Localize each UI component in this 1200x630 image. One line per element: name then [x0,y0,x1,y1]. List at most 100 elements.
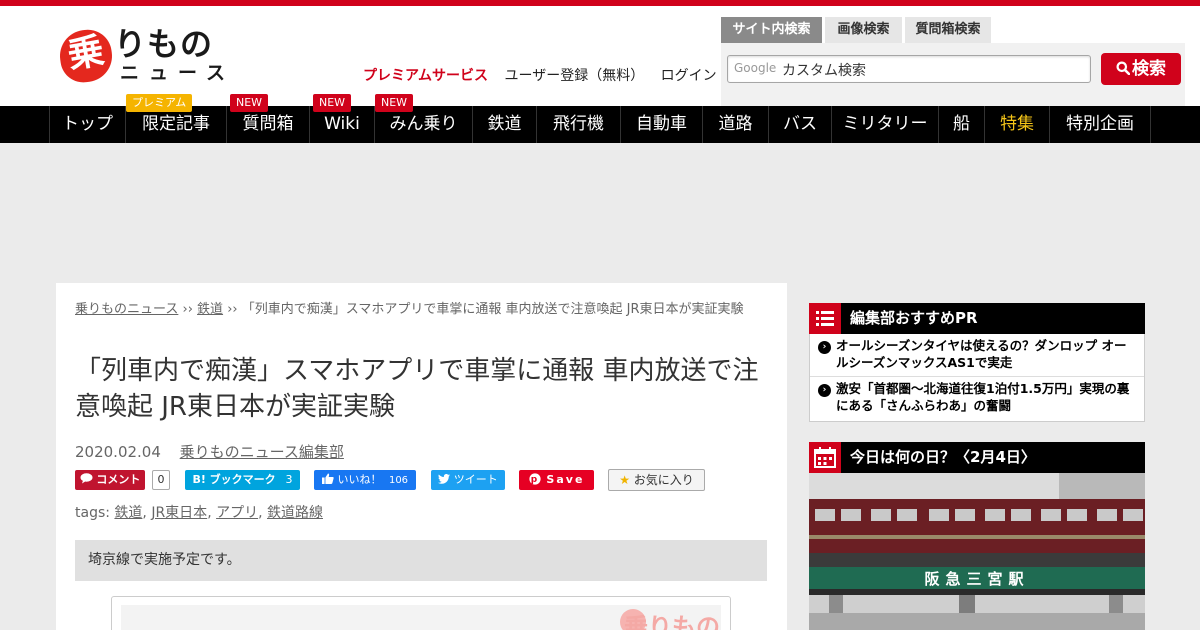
google-label: Google [734,61,777,75]
tweet-button[interactable]: ツイート [431,470,505,490]
search-button[interactable]: 検索 [1101,53,1181,85]
search-button-label: 検索 [1132,59,1166,79]
tag-link[interactable]: JR東日本 [151,505,207,521]
hatena-count: 3 [285,473,293,486]
nav-label: 特集 [1000,114,1034,134]
pr-item[interactable]: › 激安「首都圏～北海道往復1泊付1.5万円」実現の裏にある「さんふらわあ」の奮… [810,377,1144,420]
pin-label: Save [546,473,585,486]
breadcrumb-home[interactable]: 乗りものニュース [75,302,178,317]
search-placeholder: カスタム検索 [782,63,866,79]
tag-link[interactable]: 鉄道路線 [267,505,323,521]
nav-item-airplane[interactable]: 飛行機 [536,106,620,143]
nav-item-bus[interactable]: バス [768,106,831,143]
new-badge: NEW [313,94,352,112]
svg-text:p: p [530,475,538,485]
tweet-label: ツイート [453,473,498,486]
nav-item-top[interactable]: トップ [49,106,125,143]
login-link[interactable]: ログイン [661,68,717,84]
nav-label: 鉄道 [487,114,522,134]
tab-question-search[interactable]: 質問箱検索 [905,17,991,43]
main-nav: トップ プレミアム 限定記事 NEW 質問箱 NEW Wiki NEW みん乗り… [0,94,1200,143]
twitter-bird-icon [438,474,451,484]
nav-item-feature[interactable]: 特集 [984,106,1049,143]
today-panel-title: 今日は何の日？〈2月4日〉 [850,448,1036,466]
star-icon: ★ [619,473,630,487]
nav-label: 質問箱 [242,114,294,134]
breadcrumb-current: 「列車内で痴漢」スマホアプリで車掌に通報 車内放送で注意喚起 JR東日本が実証実… [241,302,744,317]
nav-item-railway[interactable]: 鉄道 [472,106,536,143]
fb-like-count: 106 [388,475,409,486]
pr-item-text: オールシーズンタイヤは使えるの？ダンロップ オールシーズンマックスAS1で実走 [836,338,1127,370]
hatena-bookmark-button[interactable]: B! ブックマーク 3 [185,470,300,490]
fb-like-label: いいね！ [337,473,382,486]
nav-item-question-box[interactable]: NEW 質問箱 [226,94,309,143]
speech-bubble-icon [80,473,93,484]
search-area: Google カスタム検索 検索 [721,43,1185,107]
header-links: プレミアムサービス ユーザー登録（無料） ログイン [363,66,729,86]
nav-label: バス [783,114,817,134]
tag-link[interactable]: アプリ [216,505,258,521]
logo-kanji: 乗 [64,30,108,77]
pr-list: › オールシーズンタイヤは使えるの？ダンロップ オールシーズンマックスAS1で実… [809,334,1145,422]
nav-item-limited[interactable]: プレミアム 限定記事 [125,94,226,143]
nav-item-road[interactable]: 道路 [702,106,768,143]
article-image[interactable]: 乗りもの [111,596,731,630]
hatena-label: B! ブックマーク [192,473,276,486]
article-image-placeholder: 乗りもの [121,605,721,630]
nav-label: 船 [953,114,970,134]
comment-label: コメント [96,473,141,486]
pr-item[interactable]: › オールシーズンタイヤは使えるの？ダンロップ オールシーズンマックスAS1で実… [810,334,1144,377]
nav-item-special[interactable]: 特別企画 [1049,106,1151,143]
premium-service-link[interactable]: プレミアムサービス [363,68,488,84]
today-panel-header: 今日は何の日？〈2月4日〉 [809,442,1145,473]
logo-text: りもの [114,25,214,63]
nav-label: 道路 [718,114,753,134]
breadcrumb-category[interactable]: 鉄道 [197,302,223,317]
nav-item-car[interactable]: 自動車 [620,106,702,143]
today-photo[interactable]: 阪急三宮駅 [809,473,1145,630]
nav-item-wiki[interactable]: NEW Wiki [309,94,374,143]
hankyu-station-photo: 阪急三宮駅 [809,473,1145,630]
tab-image-search[interactable]: 画像検索 [825,17,902,43]
logo-subtext: ニュース [120,62,236,84]
site-header: 乗 りもの ニュース プレミアムサービス ユーザー登録（無料） ログイン サイト… [0,6,1200,107]
station-sign: 阪急三宮駅 [924,570,1029,588]
register-link[interactable]: ユーザー登録（無料） [504,68,644,84]
chevron-right-icon: › [818,384,831,397]
tag-link[interactable]: 鉄道 [114,505,142,521]
favorite-button[interactable]: ★ お気に入り [608,469,705,491]
new-badge: NEW [230,94,269,112]
article-main: 乗りものニュース ›› 鉄道 ›› 「列車内で痴漢」スマホアプリで車掌に通報 車… [56,283,787,630]
site-logo[interactable]: 乗 りもの ニュース [56,25,228,86]
tags-label: tags: [75,505,110,521]
nav-item-ship[interactable]: 船 [938,106,984,143]
comment-count: 0 [152,470,170,490]
tab-site-search[interactable]: サイト内検索 [721,17,822,43]
article-author[interactable]: 乗りものニュース編集部 [180,443,344,461]
search-input[interactable]: Google カスタム検索 [727,55,1091,83]
nav-label: Wiki [324,114,360,134]
pr-panel-title: 編集部おすすめPR [850,309,978,327]
breadcrumb: 乗りものニュース ›› 鉄道 ›› 「列車内で痴漢」スマホアプリで車掌に通報 車… [75,301,767,319]
search-icon [1116,61,1131,76]
nav-item-minnori[interactable]: NEW みん乗り [374,94,472,143]
nav-label: みん乗り [389,114,458,134]
facebook-like-button[interactable]: いいね！ 106 [314,470,416,490]
comment-button[interactable]: コメント [75,470,145,490]
article-title: 「列車内で痴漢」スマホアプリで車掌に通報 車内放送で注意喚起 JR東日本が実証実… [75,356,759,422]
pinterest-icon: p [528,473,541,485]
nav-item-military[interactable]: ミリタリー [831,106,938,143]
watermark-logo: 乗りもの [624,613,720,630]
nav-label: ミリタリー [842,114,928,134]
nav-label: トップ [62,114,113,134]
calendar-icon [809,442,841,473]
favorite-label: お気に入り [633,473,694,487]
list-icon [809,303,841,334]
pinterest-save-button[interactable]: p Save [519,470,594,490]
article-summary: 埼京線で実施予定です。 [75,540,767,581]
ad-space [0,143,1200,283]
article-meta: 2020.02.04 乗りものニュース編集部 [75,441,344,462]
nav-label: 特別企画 [1066,114,1134,134]
breadcrumb-separator: ›› [182,302,193,317]
breadcrumb-separator: ›› [227,302,238,317]
